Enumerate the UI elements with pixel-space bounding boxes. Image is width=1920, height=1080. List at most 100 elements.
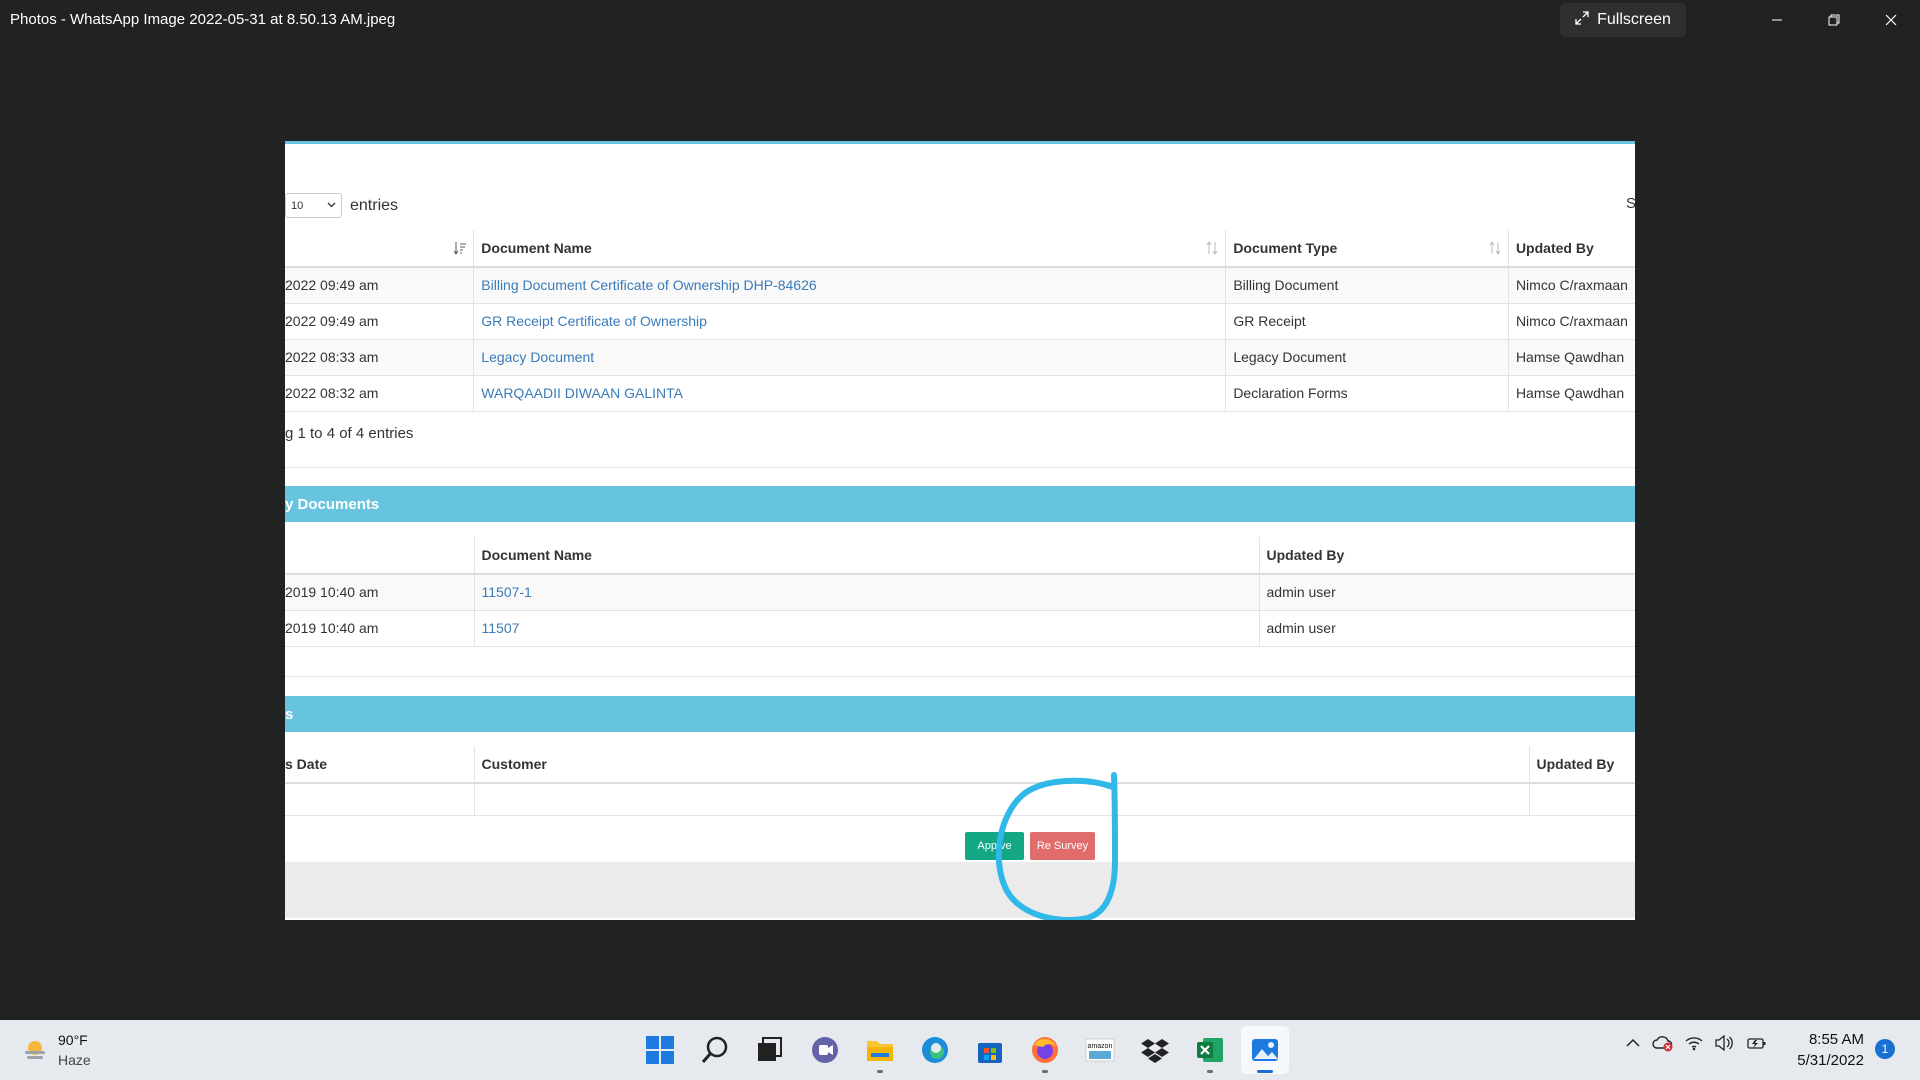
taskbar-clock[interactable]: 8:55 AM 5/31/2022: [1788, 1029, 1864, 1071]
show-hidden-icons-button[interactable]: [1625, 1035, 1641, 1056]
minimize-icon: [1772, 19, 1782, 21]
taskbar-apps: amazon: [636, 1026, 1289, 1074]
close-icon: [1885, 14, 1897, 26]
dropbox-button[interactable]: [1131, 1026, 1179, 1074]
top-accent-line: [285, 141, 1635, 144]
edge-button[interactable]: [911, 1026, 959, 1074]
column-header-date[interactable]: [285, 537, 475, 575]
table-row: 2019 10:40 am 11507 admin user: [285, 610, 1635, 647]
battery-charging-icon: [1747, 1038, 1766, 1049]
photos-button[interactable]: [1241, 1026, 1289, 1074]
action-buttons: App ve Re Survey: [285, 832, 1635, 862]
teams-icon: [812, 1037, 838, 1063]
excel-icon: [1197, 1038, 1223, 1062]
survey-documents-table: Document Name Updated By 2019 10:40 am 1…: [285, 537, 1635, 647]
cloud-error-icon: [1652, 1036, 1673, 1052]
divider: [285, 676, 1635, 677]
clock-time: 8:55 AM: [1808, 1031, 1864, 1048]
window-title: Photos - WhatsApp Image 2022-05-31 at 8.…: [10, 11, 396, 28]
photo-viewer-image: 10 entries S Document Name Document Type…: [285, 141, 1635, 920]
entries-control: 10 entries: [285, 193, 398, 218]
section-header-documents: y Documents: [285, 486, 1635, 522]
search-icon: [701, 1036, 728, 1063]
firefox-icon: [1032, 1037, 1058, 1063]
volume-control[interactable]: [1714, 1034, 1734, 1056]
entries-label: entries: [350, 196, 399, 214]
sort-icon: [1206, 241, 1218, 255]
onedrive-status[interactable]: [1652, 1034, 1674, 1057]
column-header-updated-by[interactable]: Updated By: [1259, 537, 1635, 575]
column-header-date[interactable]: s Date: [285, 746, 475, 784]
section-header-third: s: [285, 696, 1635, 732]
table-row: 2019 10:40 am 11507-1 admin user: [285, 574, 1635, 611]
file-explorer-button[interactable]: [856, 1026, 904, 1074]
file-explorer-icon: [867, 1041, 893, 1061]
table-row: [285, 783, 1635, 816]
excel-button[interactable]: [1186, 1026, 1234, 1074]
amazon-icon: amazon: [1085, 1038, 1115, 1062]
documents-table: Document Name Document Type Updated By 2…: [285, 230, 1635, 412]
search-label-partial: S: [1626, 195, 1635, 212]
edge-icon: [922, 1037, 948, 1063]
system-tray: [1625, 1034, 1767, 1057]
fullscreen-button[interactable]: Fullscreen: [1560, 3, 1686, 37]
restore-button[interactable]: [1814, 4, 1854, 36]
amazon-button[interactable]: amazon: [1076, 1026, 1124, 1074]
document-link[interactable]: GR Receipt Certificate of Ownership: [481, 313, 707, 329]
entries-select[interactable]: 10: [285, 193, 342, 218]
weather-condition: Haze: [58, 1052, 91, 1068]
network-status[interactable]: [1685, 1035, 1703, 1056]
table-row: 2022 09:49 am Billing Document Certifica…: [285, 267, 1635, 304]
close-button[interactable]: [1871, 4, 1911, 36]
notification-badge[interactable]: 1: [1875, 1039, 1895, 1059]
photos-icon: [1252, 1039, 1278, 1061]
column-header-document-name[interactable]: Document Name: [474, 537, 1260, 575]
task-view-button[interactable]: [746, 1026, 794, 1074]
document-link[interactable]: WARQAADII DIWAAN GALINTA: [481, 385, 683, 401]
document-link[interactable]: Legacy Document: [481, 349, 594, 365]
chevron-up-icon: [1626, 1038, 1640, 1047]
table-row: 2022 08:33 am Legacy Document Legacy Doc…: [285, 339, 1635, 376]
chevron-down-icon: [327, 202, 336, 208]
title-bar: Photos - WhatsApp Image 2022-05-31 at 8.…: [0, 0, 1920, 40]
customer-table: s Date Customer Updated By: [285, 746, 1635, 816]
taskbar: 90°F Haze amazon 8:55 AM 5/31/2022 1: [0, 1020, 1920, 1080]
sort-icon: [1489, 241, 1501, 255]
svg-text:amazon: amazon: [1088, 1043, 1113, 1050]
table-row: 2022 08:32 am WARQAADII DIWAAN GALINTA D…: [285, 375, 1635, 412]
weather-widget[interactable]: 90°F Haze: [22, 1030, 91, 1070]
store-icon: [978, 1043, 1002, 1063]
showing-entries-info: g 1 to 4 of 4 entries: [285, 425, 414, 442]
sort-desc-icon: [453, 242, 467, 255]
wifi-icon: [1685, 1037, 1703, 1051]
search-button[interactable]: [691, 1026, 739, 1074]
column-header-document-name[interactable]: Document Name: [473, 230, 1227, 268]
entries-select-value: 10: [291, 199, 304, 212]
divider: [285, 467, 1635, 468]
firefox-button[interactable]: [1021, 1026, 1069, 1074]
column-header-updated-by[interactable]: Updated By: [1529, 746, 1635, 784]
expand-icon: [1575, 10, 1589, 30]
table-row: 2022 09:49 am GR Receipt Certificate of …: [285, 303, 1635, 340]
column-header-date[interactable]: [285, 230, 475, 268]
task-view-icon: [758, 1037, 782, 1061]
restore-icon: [1828, 14, 1840, 26]
column-header-updated-by[interactable]: Updated By: [1508, 230, 1635, 268]
document-link[interactable]: 11507-1: [482, 584, 532, 600]
fullscreen-label: Fullscreen: [1597, 11, 1671, 28]
speaker-icon: [1715, 1034, 1733, 1052]
clock-date: 5/31/2022: [1797, 1052, 1864, 1069]
column-header-document-type[interactable]: Document Type: [1225, 230, 1509, 268]
document-link[interactable]: 11507: [482, 620, 520, 636]
teams-chat-button[interactable]: [801, 1026, 849, 1074]
store-button[interactable]: [966, 1026, 1014, 1074]
start-icon: [646, 1036, 674, 1064]
hand-drawn-circle-annotation: [995, 772, 1119, 920]
dropbox-icon: [1141, 1039, 1169, 1063]
document-link[interactable]: Billing Document Certificate of Ownershi…: [481, 277, 816, 293]
start-button[interactable]: [636, 1026, 684, 1074]
footer-area: [285, 862, 1635, 918]
weather-temperature: 90°F: [58, 1032, 88, 1048]
battery-status[interactable]: [1745, 1035, 1767, 1056]
minimize-button[interactable]: [1757, 4, 1797, 36]
